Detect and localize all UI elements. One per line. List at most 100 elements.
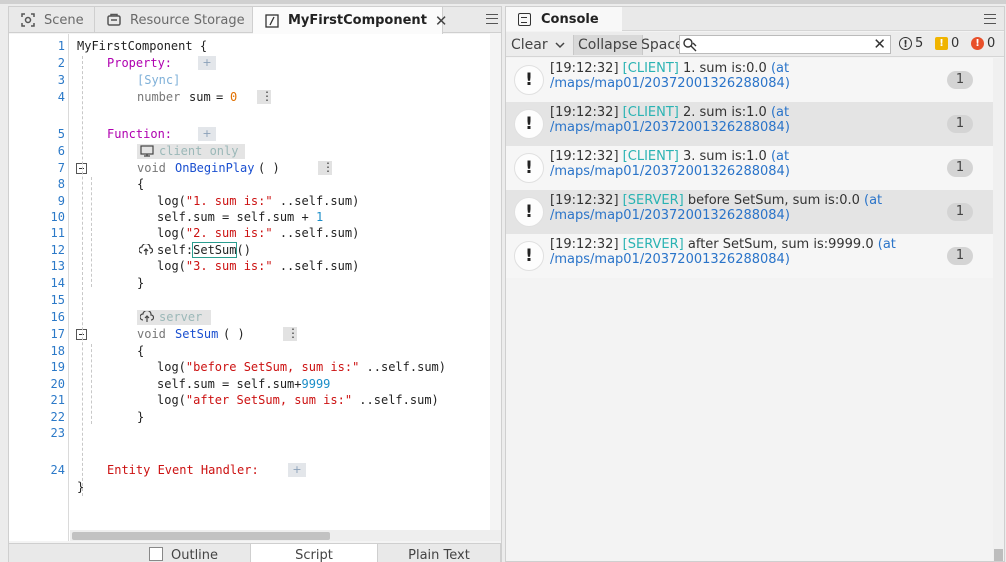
log-entry[interactable]: ! [19:12:32] [SERVER] after SetSum, sum …	[506, 234, 993, 278]
clear-search-icon[interactable]: ✕	[873, 35, 886, 53]
add-event-handler-button[interactable]: +	[288, 463, 306, 477]
line-number: 4	[57, 90, 65, 104]
code-line: log("3. sum is:" ..self.sum)	[157, 259, 360, 273]
tab-scene[interactable]: Scene	[9, 7, 95, 33]
line-number: 1	[57, 39, 65, 53]
console-icon	[518, 12, 531, 26]
log-message: [19:12:32] [CLIENT] 1. sum is:0.0 (at/ma…	[550, 61, 790, 91]
menu-icon[interactable]	[486, 14, 498, 24]
top-border	[0, 0, 1006, 4]
info-icon: !	[514, 109, 544, 139]
code-line: self:SetSum()	[157, 242, 251, 258]
collapse-button[interactable]: Collapse	[573, 35, 643, 55]
line-number: 17	[50, 327, 65, 341]
return-type: void	[137, 161, 166, 175]
horizontal-scrollbar[interactable]	[70, 530, 501, 541]
line-number: 14	[50, 276, 65, 290]
log-entry[interactable]: ! [19:12:32] [CLIENT] 1. sum is:0.0 (at /…	[506, 58, 993, 102]
tab-console[interactable]: Console	[506, 7, 622, 31]
storage-icon	[107, 13, 121, 27]
log-message: [19:12:32] [CLIENT] 2. sum is:1.0 (at/ma…	[550, 105, 790, 135]
more-options-icon[interactable]	[318, 160, 334, 175]
console-search[interactable]: ✕	[679, 35, 891, 54]
tab-script[interactable]: Script	[251, 544, 378, 562]
chevron-down-icon[interactable]	[550, 35, 570, 55]
scene-icon	[21, 13, 35, 27]
vertical-scrollbar[interactable]	[993, 58, 1004, 561]
script-editor-panel: Scene Resource Storage MyFirstComponent …	[8, 6, 502, 562]
close-icon[interactable]: ✕	[435, 12, 448, 30]
brace: }	[137, 410, 145, 424]
info-icon: !	[899, 37, 912, 50]
setsum-call[interactable]: SetSum	[192, 242, 238, 258]
line-gutter: 1 2 3 4 5 6 7 8 9 10 11 12 13 14 15 16 1…	[9, 34, 69, 541]
client-only-tag: client only	[137, 144, 245, 159]
line-number: 2	[57, 56, 65, 70]
property-type: number	[137, 90, 181, 104]
tab-label: Outline	[171, 548, 219, 562]
outline-checkbox[interactable]	[149, 547, 163, 561]
return-type: void	[137, 327, 166, 341]
line-number: 10	[50, 210, 65, 224]
clear-button[interactable]: Clear	[511, 35, 548, 55]
info-count-value: 5	[915, 36, 924, 51]
monitor-icon	[140, 145, 154, 157]
error-count[interactable]: ! 0	[971, 36, 995, 51]
entity-event-handler-label: Entity Event Handler:	[107, 463, 259, 477]
line-number: 18	[50, 344, 65, 358]
tab-myfirstcomponent[interactable]: MyFirstComponent ✕	[253, 7, 447, 34]
warning-count-value: 0	[951, 36, 960, 51]
property-value[interactable]: 0	[230, 90, 237, 104]
add-property-button[interactable]: +	[198, 56, 216, 70]
property-label: Property:	[107, 56, 173, 70]
log-count-badge: 1	[947, 159, 973, 177]
brace: {	[137, 177, 145, 191]
log-entry[interactable]: ! [19:12:32] [CLIENT] 2. sum is:1.0 (at /…	[506, 102, 993, 146]
space-button[interactable]: Space	[641, 35, 684, 55]
log-entry[interactable]: ! [19:12:32] [SERVER] before SetSum, sum…	[506, 190, 993, 234]
function-name-onbeginplay[interactable]: OnBeginPlay	[175, 161, 254, 175]
line-number: 13	[50, 259, 65, 273]
editor-tab-bar: Scene Resource Storage MyFirstComponent …	[9, 7, 501, 34]
info-icon: !	[514, 197, 544, 227]
line-number: 20	[50, 377, 65, 391]
warning-icon: !	[935, 37, 948, 50]
line-number: 19	[50, 360, 65, 374]
more-options-icon[interactable]	[257, 89, 273, 104]
info-count[interactable]: ! 5	[899, 36, 923, 51]
code-line: log("after SetSum, sum is:" ..self.sum)	[157, 393, 439, 407]
code-line: log("before SetSum, sum is:" ..self.sum)	[157, 360, 446, 374]
brace: }	[137, 276, 145, 290]
warning-count[interactable]: ! 0	[935, 36, 959, 51]
line-number: 15	[50, 293, 65, 307]
line-number: 12	[50, 243, 65, 257]
line-number: 5	[57, 127, 65, 141]
more-options-icon[interactable]	[283, 326, 299, 341]
line-number: 24	[50, 463, 65, 477]
log-message: [19:12:32] [SERVER] before SetSum, sum i…	[550, 193, 883, 223]
scrollbar-thumb[interactable]	[72, 532, 330, 540]
brace: }	[77, 480, 85, 494]
scrollbar-thumb[interactable]	[994, 549, 1003, 561]
tab-resource-storage[interactable]: Resource Storage	[95, 7, 253, 33]
function-name-setsum[interactable]: SetSum	[175, 327, 218, 341]
sync-attribute: [Sync]	[137, 73, 181, 87]
line-number: 7	[57, 161, 65, 175]
log-entry[interactable]: ! [19:12:32] [CLIENT] 3. sum is:1.0 (at /…	[506, 146, 993, 190]
vertical-scrollbar[interactable]	[490, 34, 501, 530]
tab-plain-text[interactable]: Plain Text	[378, 544, 501, 562]
indent-guide	[82, 56, 83, 496]
line-number: 23	[50, 426, 65, 440]
error-icon: !	[971, 37, 984, 50]
search-input[interactable]	[702, 37, 870, 52]
log-message: [19:12:32] [CLIENT] 3. sum is:1.0 (at/ma…	[550, 149, 790, 179]
add-function-button[interactable]: +	[198, 127, 216, 141]
menu-icon[interactable]	[984, 14, 996, 24]
tab-outline[interactable]: Outline	[9, 544, 251, 562]
function-label: Function:	[107, 127, 173, 141]
code-editor[interactable]: 1 2 3 4 5 6 7 8 9 10 11 12 13 14 15 16 1…	[9, 34, 501, 541]
log-count-badge: 1	[947, 247, 973, 265]
info-icon: !	[514, 153, 544, 183]
search-icon	[682, 37, 698, 53]
tag-label: server	[159, 310, 203, 324]
